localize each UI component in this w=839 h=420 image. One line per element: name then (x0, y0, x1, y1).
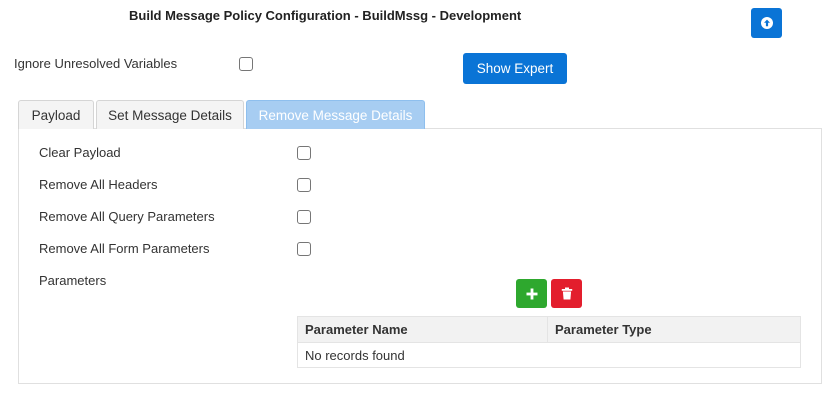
remove-all-form-parameters-checkbox[interactable] (297, 242, 311, 256)
remove-all-headers-checkbox[interactable] (297, 178, 311, 192)
remove-all-form-parameters-label: Remove All Form Parameters (39, 241, 210, 256)
page-title: Build Message Policy Configuration - Bui… (129, 8, 522, 23)
ignore-unresolved-checkbox[interactable] (239, 57, 253, 71)
tab-set-message-details[interactable]: Set Message Details (96, 100, 244, 129)
remove-all-headers-label: Remove All Headers (39, 177, 158, 192)
tab-remove-message-details[interactable]: Remove Message Details (246, 100, 425, 129)
column-header-parameter-type[interactable]: Parameter Type (548, 317, 800, 342)
column-header-parameter-name[interactable]: Parameter Name (298, 317, 548, 342)
trash-icon (561, 287, 572, 300)
add-parameter-button[interactable] (516, 279, 547, 308)
parameters-label: Parameters (39, 273, 107, 288)
ignore-unresolved-label: Ignore Unresolved Variables (14, 56, 178, 71)
plus-icon (526, 288, 537, 299)
clear-payload-checkbox[interactable] (297, 146, 311, 160)
remove-all-query-parameters-checkbox[interactable] (297, 210, 311, 224)
upload-button[interactable] (751, 8, 782, 38)
arrow-up-circle-icon (760, 17, 773, 29)
parameters-table: Parameter Name Parameter Type No records… (297, 316, 801, 368)
remove-all-query-parameters-label: Remove All Query Parameters (39, 209, 215, 224)
delete-parameter-button[interactable] (551, 279, 582, 308)
tab-payload[interactable]: Payload (18, 100, 94, 129)
empty-table-message: No records found (305, 347, 405, 363)
clear-payload-label: Clear Payload (39, 145, 121, 160)
show-expert-button[interactable]: Show Expert (463, 53, 567, 84)
table-header: Parameter Name Parameter Type (298, 317, 800, 343)
